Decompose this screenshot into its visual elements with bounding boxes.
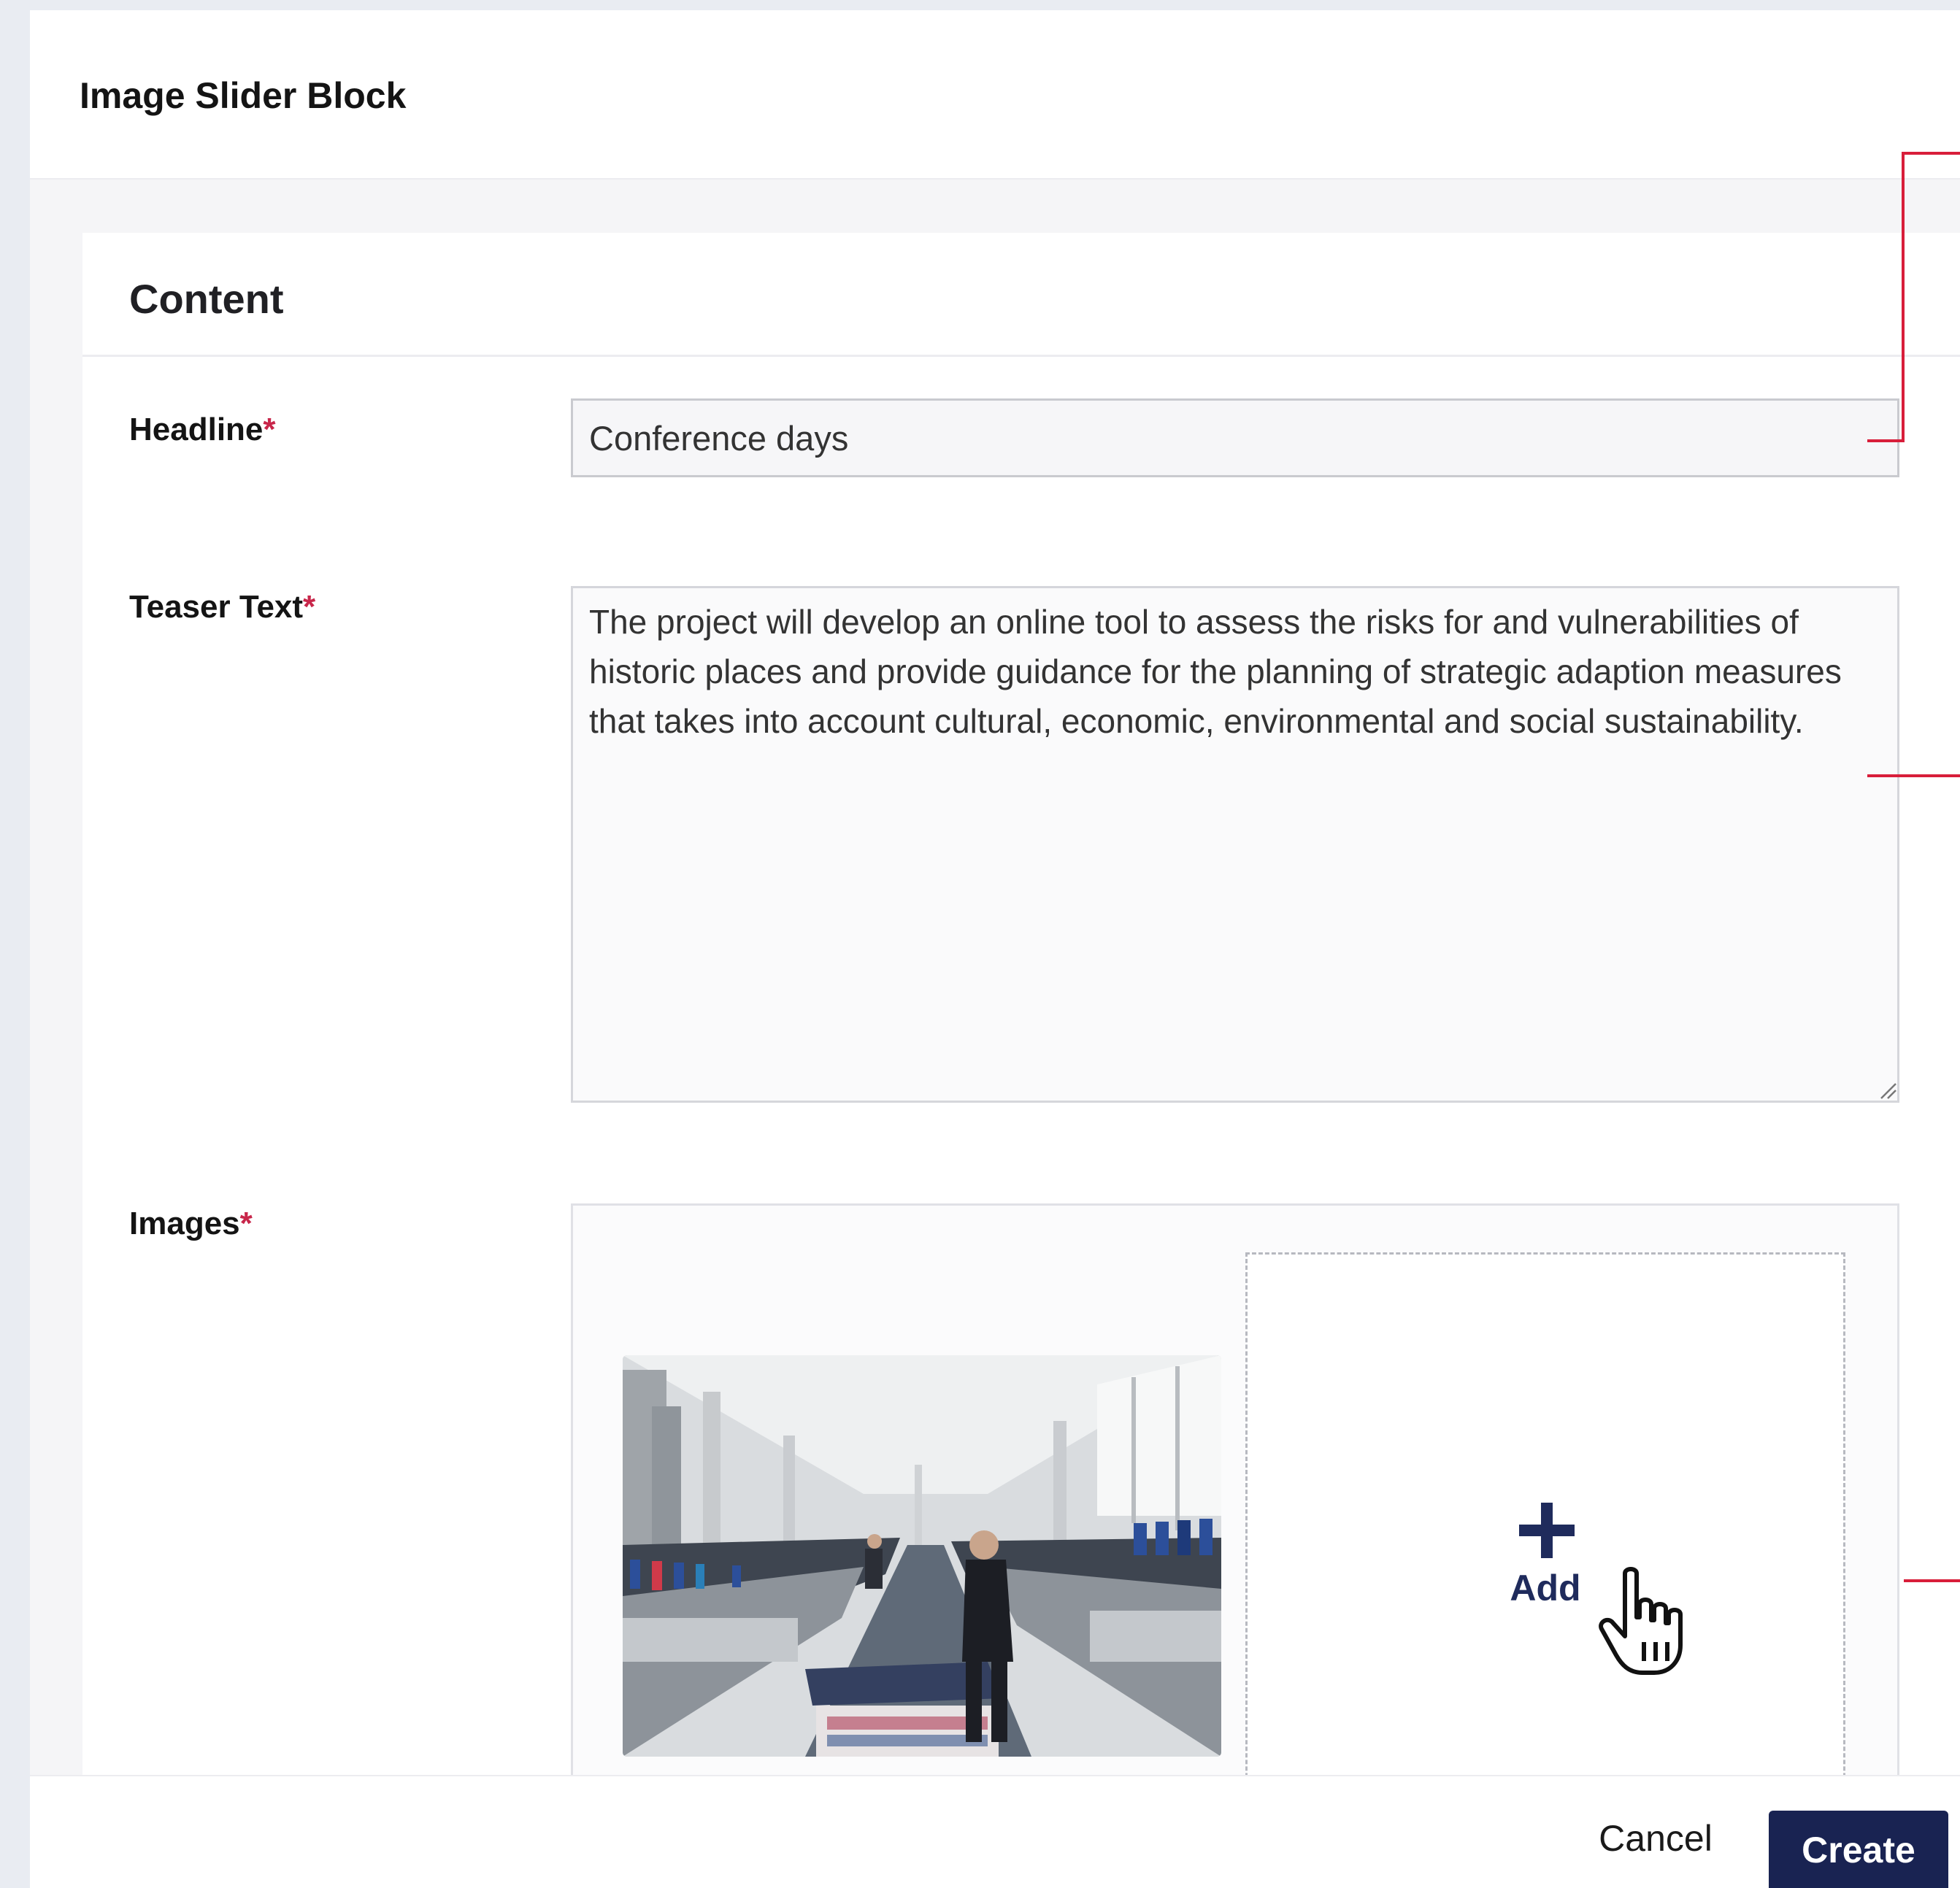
resize-handle-icon[interactable]: [1880, 1082, 1897, 1100]
headline-input[interactable]: [571, 398, 1899, 477]
image-slider-dialog: Image Slider Block Content Headline* Tea…: [30, 10, 1960, 1888]
annotation-line: [1902, 152, 1960, 155]
required-marker: *: [239, 1206, 253, 1241]
create-button[interactable]: Create: [1769, 1811, 1948, 1888]
required-marker: *: [263, 412, 276, 447]
annotation-line: [1902, 152, 1905, 442]
add-image-label: Add: [1510, 1568, 1581, 1608]
images-label-text: Images: [129, 1206, 240, 1241]
required-marker: *: [303, 589, 316, 625]
hand-cursor-icon: [1599, 1567, 1683, 1675]
content-section: Content Headline* Teaser Text* The proje…: [82, 233, 1960, 1888]
annotation-line: [1867, 439, 1905, 442]
annotation-line: [1904, 1579, 1960, 1582]
factory-photo: [623, 1355, 1221, 1757]
teaser-label: Teaser Text*: [129, 589, 315, 625]
image-thumbnail[interactable]: [623, 1355, 1221, 1757]
teaser-label-text: Teaser Text: [129, 589, 304, 625]
section-title: Content: [129, 276, 284, 322]
headline-label: Headline*: [129, 412, 276, 448]
teaser-textarea[interactable]: The project will develop an online tool …: [571, 586, 1899, 1103]
annotation-line: [1867, 774, 1960, 777]
dialog-header: Image Slider Block: [30, 10, 1960, 180]
images-label: Images*: [129, 1206, 253, 1242]
section-header: Content: [82, 233, 1960, 357]
cancel-button[interactable]: Cancel: [1583, 1806, 1729, 1871]
headline-label-text: Headline: [129, 412, 264, 447]
dialog-footer: Cancel Create: [30, 1775, 1960, 1888]
plus-icon: [1519, 1503, 1575, 1558]
dialog-title: Image Slider Block: [80, 75, 407, 116]
